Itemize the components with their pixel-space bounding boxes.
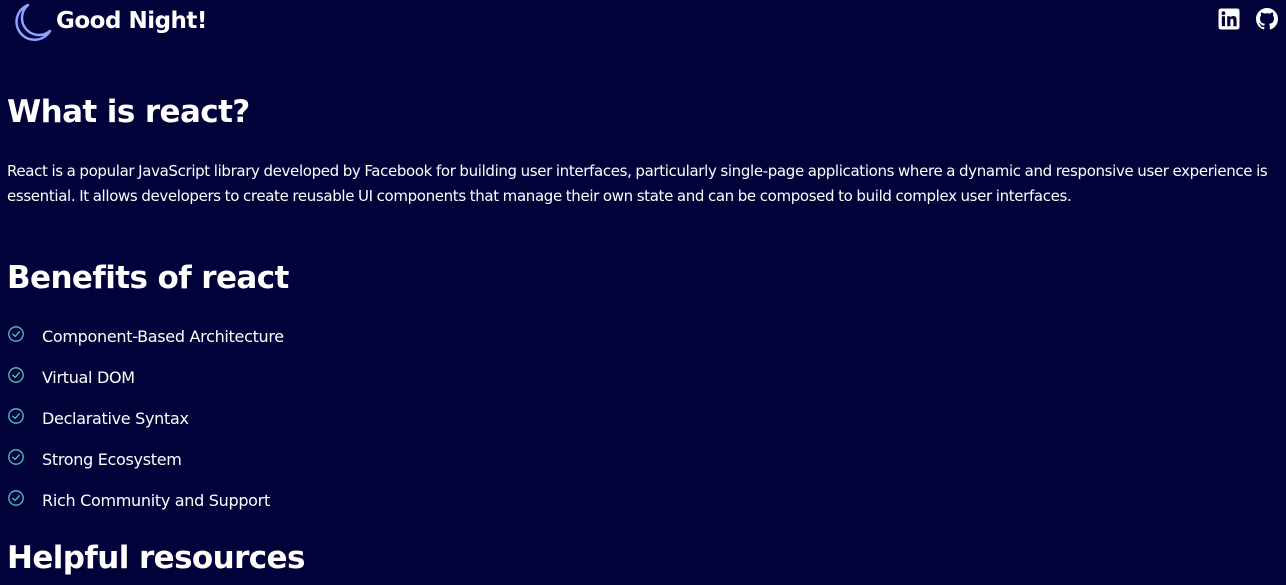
linkedin-icon: [1218, 8, 1240, 30]
benefits-heading: Benefits of react: [7, 260, 289, 296]
benefit-item: Component-Based Architecture: [7, 322, 284, 363]
github-link[interactable]: [1256, 8, 1278, 30]
benefit-item: Strong Ecosystem: [7, 445, 182, 486]
intro-paragraph: React is a popular JavaScript library de…: [7, 162, 1268, 205]
benefit-label: Rich Community and Support: [42, 491, 270, 510]
brand: Good Night!: [10, 0, 207, 46]
benefit-item: Rich Community and Support: [7, 486, 270, 527]
benefit-label: Component-Based Architecture: [42, 327, 284, 346]
moon-icon: [15, 3, 52, 41]
social-links: [1218, 8, 1278, 30]
benefit-label: Virtual DOM: [42, 368, 135, 387]
linkedin-link[interactable]: [1218, 8, 1240, 30]
benefit-item: Virtual DOM: [7, 363, 135, 404]
brand-title: Good Night!: [56, 8, 207, 34]
check-circle-icon: [8, 367, 24, 383]
check-circle-icon: [8, 408, 24, 424]
benefits-list: Component-Based Architecture Virtual DOM…: [7, 322, 284, 527]
benefit-item: Declarative Syntax: [7, 404, 189, 445]
check-circle-icon: [8, 490, 24, 506]
top-header: Good Night!: [0, 0, 1286, 48]
helpful-resources-heading: Helpful resources: [7, 540, 305, 576]
benefit-label: Strong Ecosystem: [42, 450, 182, 469]
what-is-react-heading: What is react?: [7, 94, 250, 130]
check-circle-icon: [8, 449, 24, 465]
github-icon: [1256, 8, 1278, 30]
check-circle-icon: [8, 326, 24, 342]
benefit-label: Declarative Syntax: [42, 409, 189, 428]
